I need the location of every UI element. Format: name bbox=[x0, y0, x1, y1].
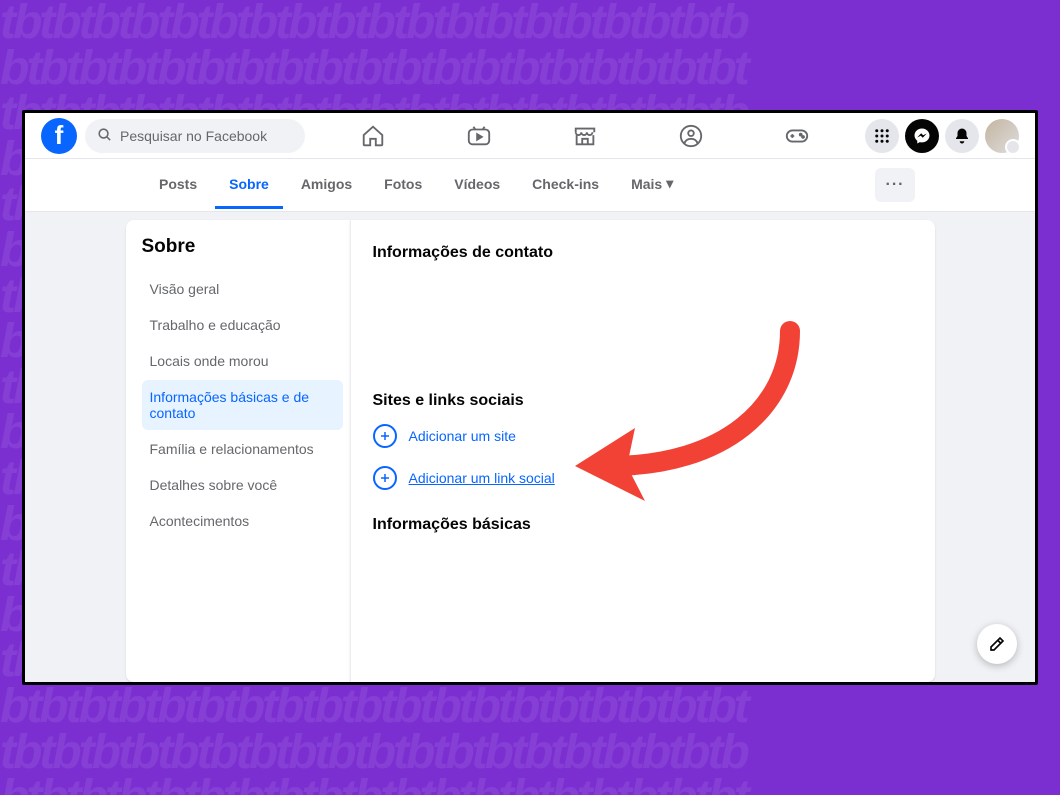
tab-videos[interactable]: Vídeos bbox=[440, 161, 514, 209]
plus-circle-icon bbox=[373, 466, 397, 490]
add-site-label: Adicionar um site bbox=[409, 428, 516, 444]
app-window: f Pesquisar no Facebook bbox=[22, 110, 1038, 685]
plus-circle-icon bbox=[373, 424, 397, 448]
profile-tabs: Posts Sobre Amigos Fotos Vídeos Check-in… bbox=[145, 161, 867, 209]
add-social-label: Adicionar um link social bbox=[409, 470, 555, 486]
profile-more-button[interactable]: ··· bbox=[875, 168, 915, 202]
search-icon bbox=[97, 127, 112, 145]
section-basic-info: Informações básicas bbox=[373, 516, 913, 534]
sidebar-item-events[interactable]: Acontecimentos bbox=[142, 504, 343, 538]
add-social-link[interactable]: Adicionar um link social bbox=[373, 466, 913, 490]
bell-icon[interactable] bbox=[945, 119, 979, 153]
sidebar-item-overview[interactable]: Visão geral bbox=[142, 272, 343, 306]
search-placeholder: Pesquisar no Facebook bbox=[120, 128, 267, 144]
edit-fab[interactable] bbox=[977, 624, 1017, 664]
search-input[interactable]: Pesquisar no Facebook bbox=[85, 119, 305, 153]
gaming-icon[interactable] bbox=[784, 123, 810, 149]
video-icon[interactable] bbox=[466, 123, 492, 149]
messenger-icon[interactable] bbox=[905, 119, 939, 153]
about-title: Sobre bbox=[142, 236, 343, 258]
facebook-logo[interactable]: f bbox=[41, 118, 77, 154]
sidebar-item-contact-basic[interactable]: Informações básicas e de contato bbox=[142, 380, 343, 430]
section-contact-info: Informações de contato bbox=[373, 244, 913, 262]
sidebar-item-work-edu[interactable]: Trabalho e educação bbox=[142, 308, 343, 342]
section-social-links: Sites e links sociais bbox=[373, 392, 913, 410]
tab-sobre[interactable]: Sobre bbox=[215, 161, 283, 209]
about-container: Sobre Visão geral Trabalho e educação Lo… bbox=[25, 212, 1035, 682]
home-icon[interactable] bbox=[360, 123, 386, 149]
profile-subnav: Posts Sobre Amigos Fotos Vídeos Check-in… bbox=[25, 159, 1035, 212]
menu-grid-icon[interactable] bbox=[865, 119, 899, 153]
add-site-link[interactable]: Adicionar um site bbox=[373, 424, 913, 448]
sidebar-item-family[interactable]: Família e relacionamentos bbox=[142, 432, 343, 466]
avatar[interactable] bbox=[985, 119, 1019, 153]
tab-mais[interactable]: Mais ▾ bbox=[617, 161, 687, 209]
tab-posts[interactable]: Posts bbox=[145, 161, 211, 209]
sidebar-item-places[interactable]: Locais onde morou bbox=[142, 344, 343, 378]
topbar-right bbox=[865, 119, 1019, 153]
about-content: Informações de contato Sites e links soc… bbox=[350, 220, 935, 682]
sidebar-item-details[interactable]: Detalhes sobre você bbox=[142, 468, 343, 502]
center-nav bbox=[313, 123, 857, 149]
topbar: f Pesquisar no Facebook bbox=[25, 113, 1035, 159]
groups-icon[interactable] bbox=[678, 123, 704, 149]
marketplace-icon[interactable] bbox=[572, 123, 598, 149]
tab-amigos[interactable]: Amigos bbox=[287, 161, 366, 209]
about-sidebar: Sobre Visão geral Trabalho e educação Lo… bbox=[126, 220, 351, 682]
chevron-down-icon: ▾ bbox=[666, 175, 673, 192]
tab-checkins[interactable]: Check-ins bbox=[518, 161, 613, 209]
tab-fotos[interactable]: Fotos bbox=[370, 161, 436, 209]
